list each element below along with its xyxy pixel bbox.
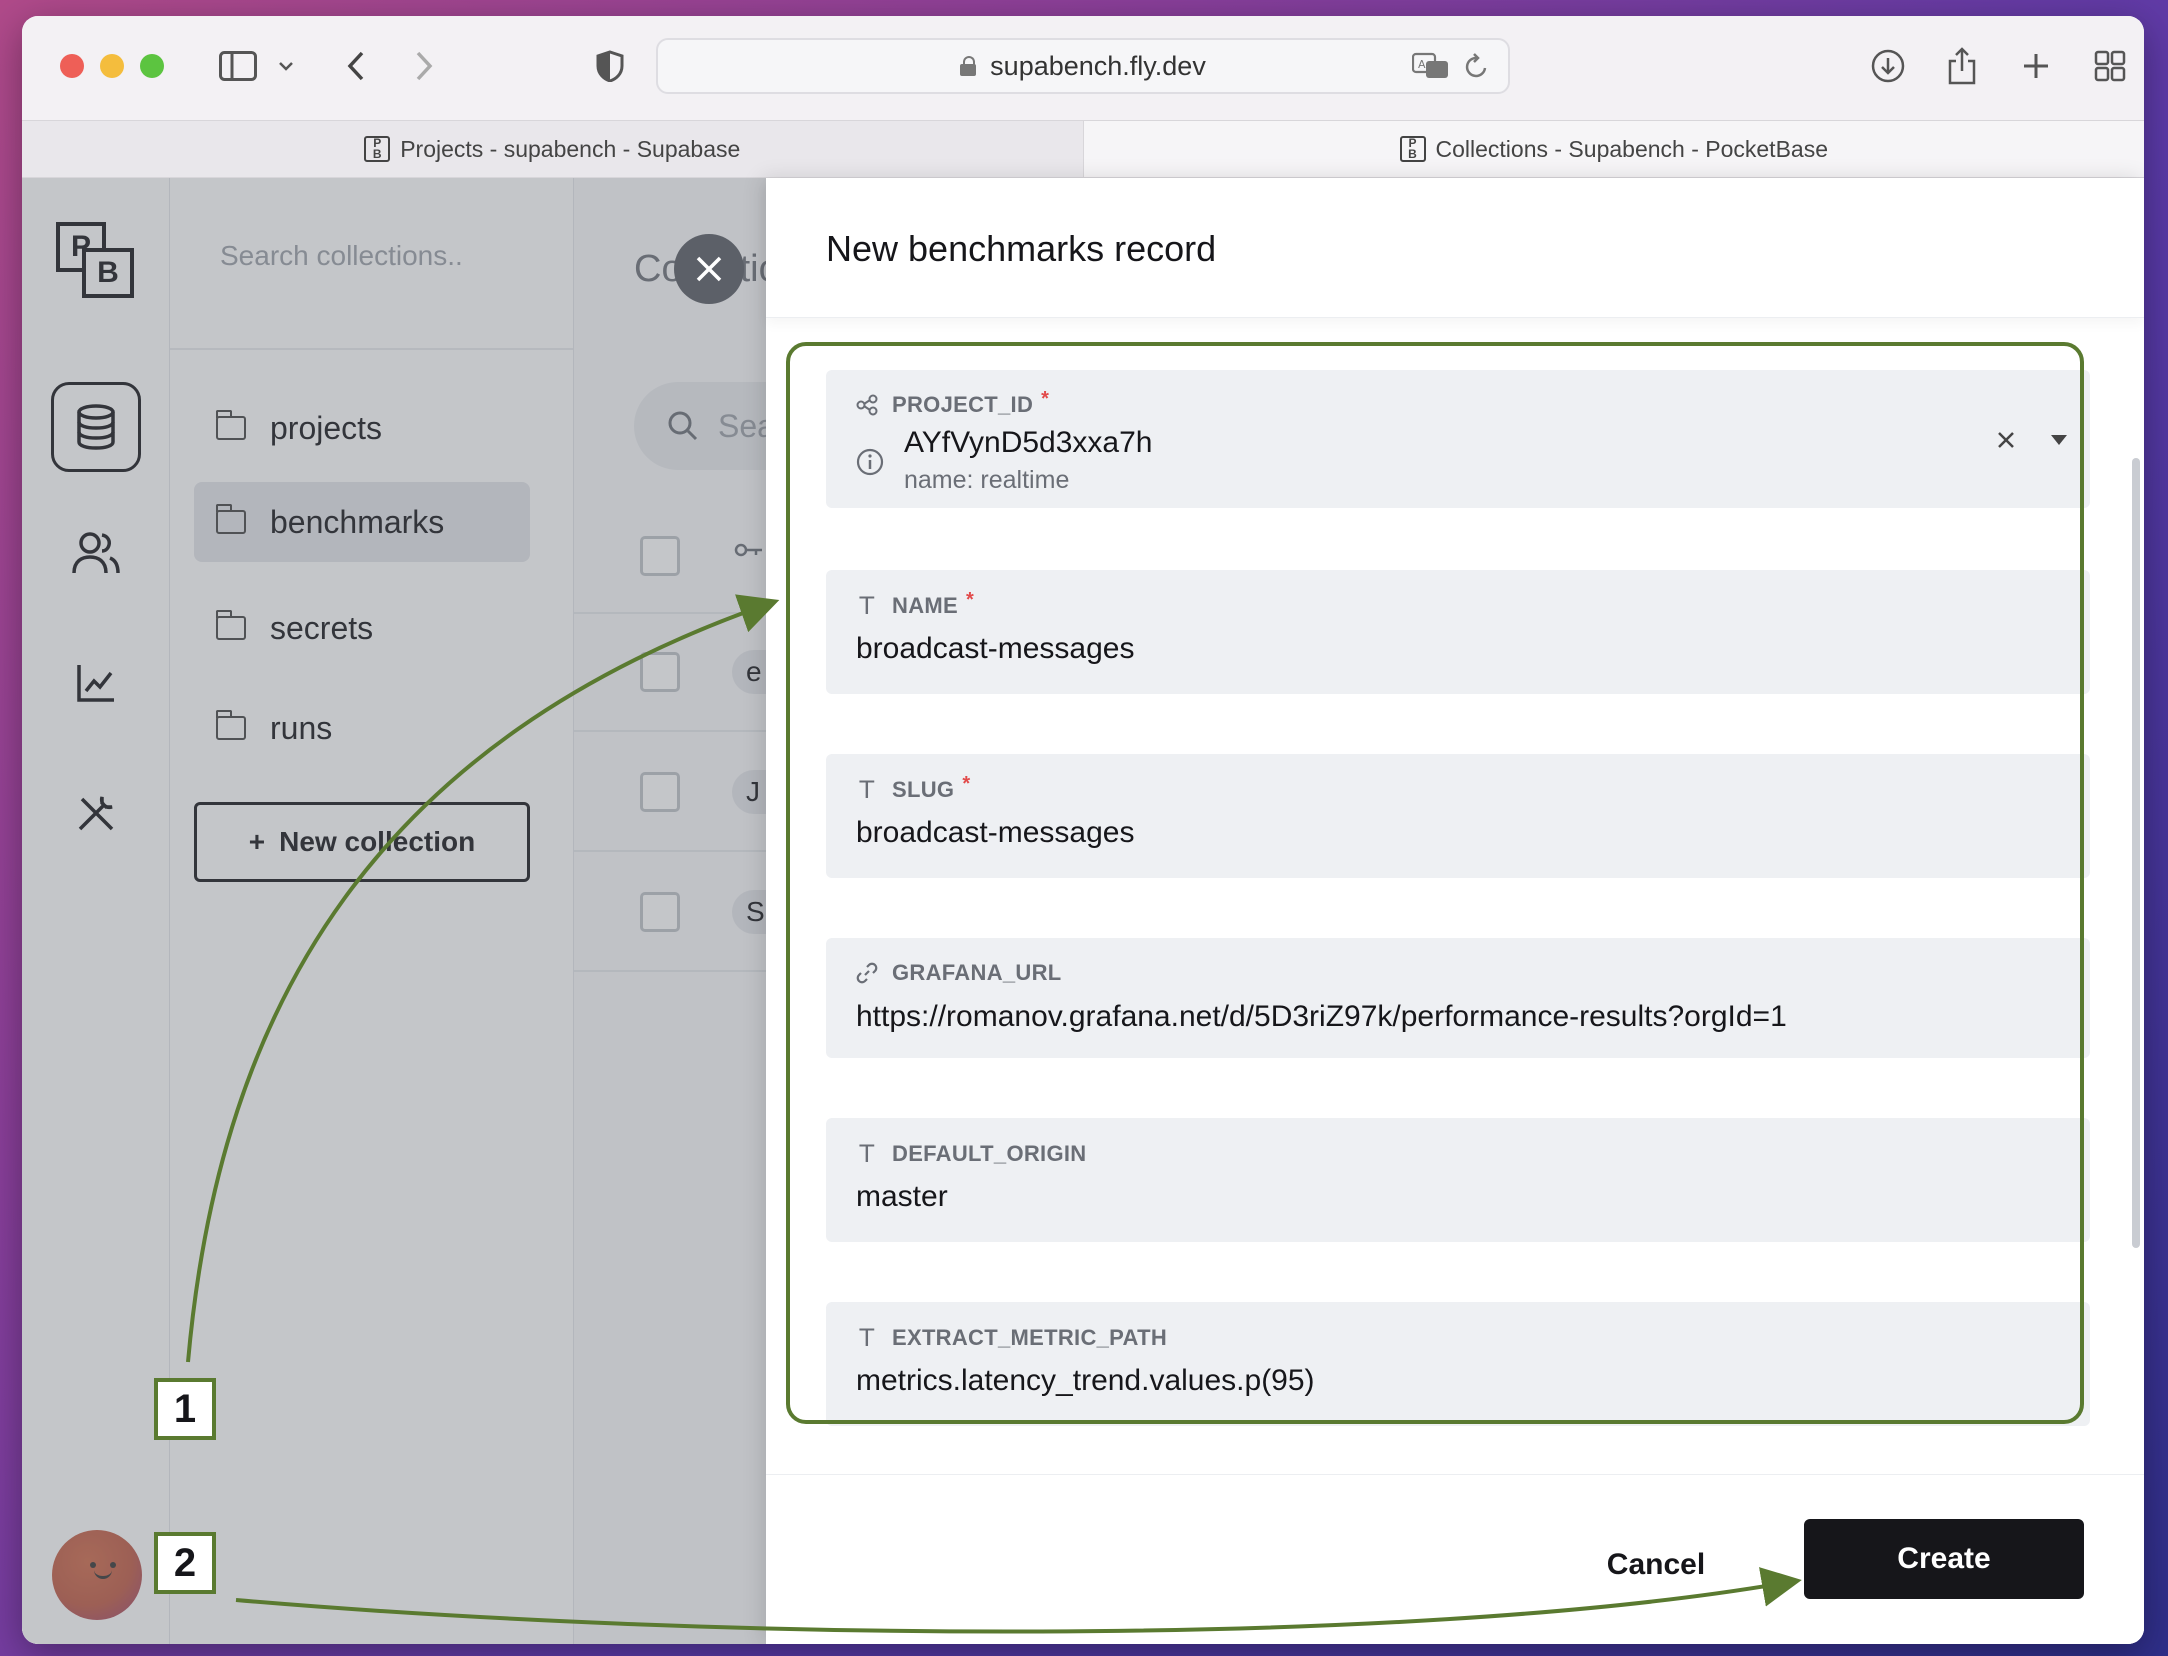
annotation-arrows <box>186 594 1802 1634</box>
arrow-1 <box>186 594 780 1363</box>
arrow-2 <box>235 1567 1802 1634</box>
